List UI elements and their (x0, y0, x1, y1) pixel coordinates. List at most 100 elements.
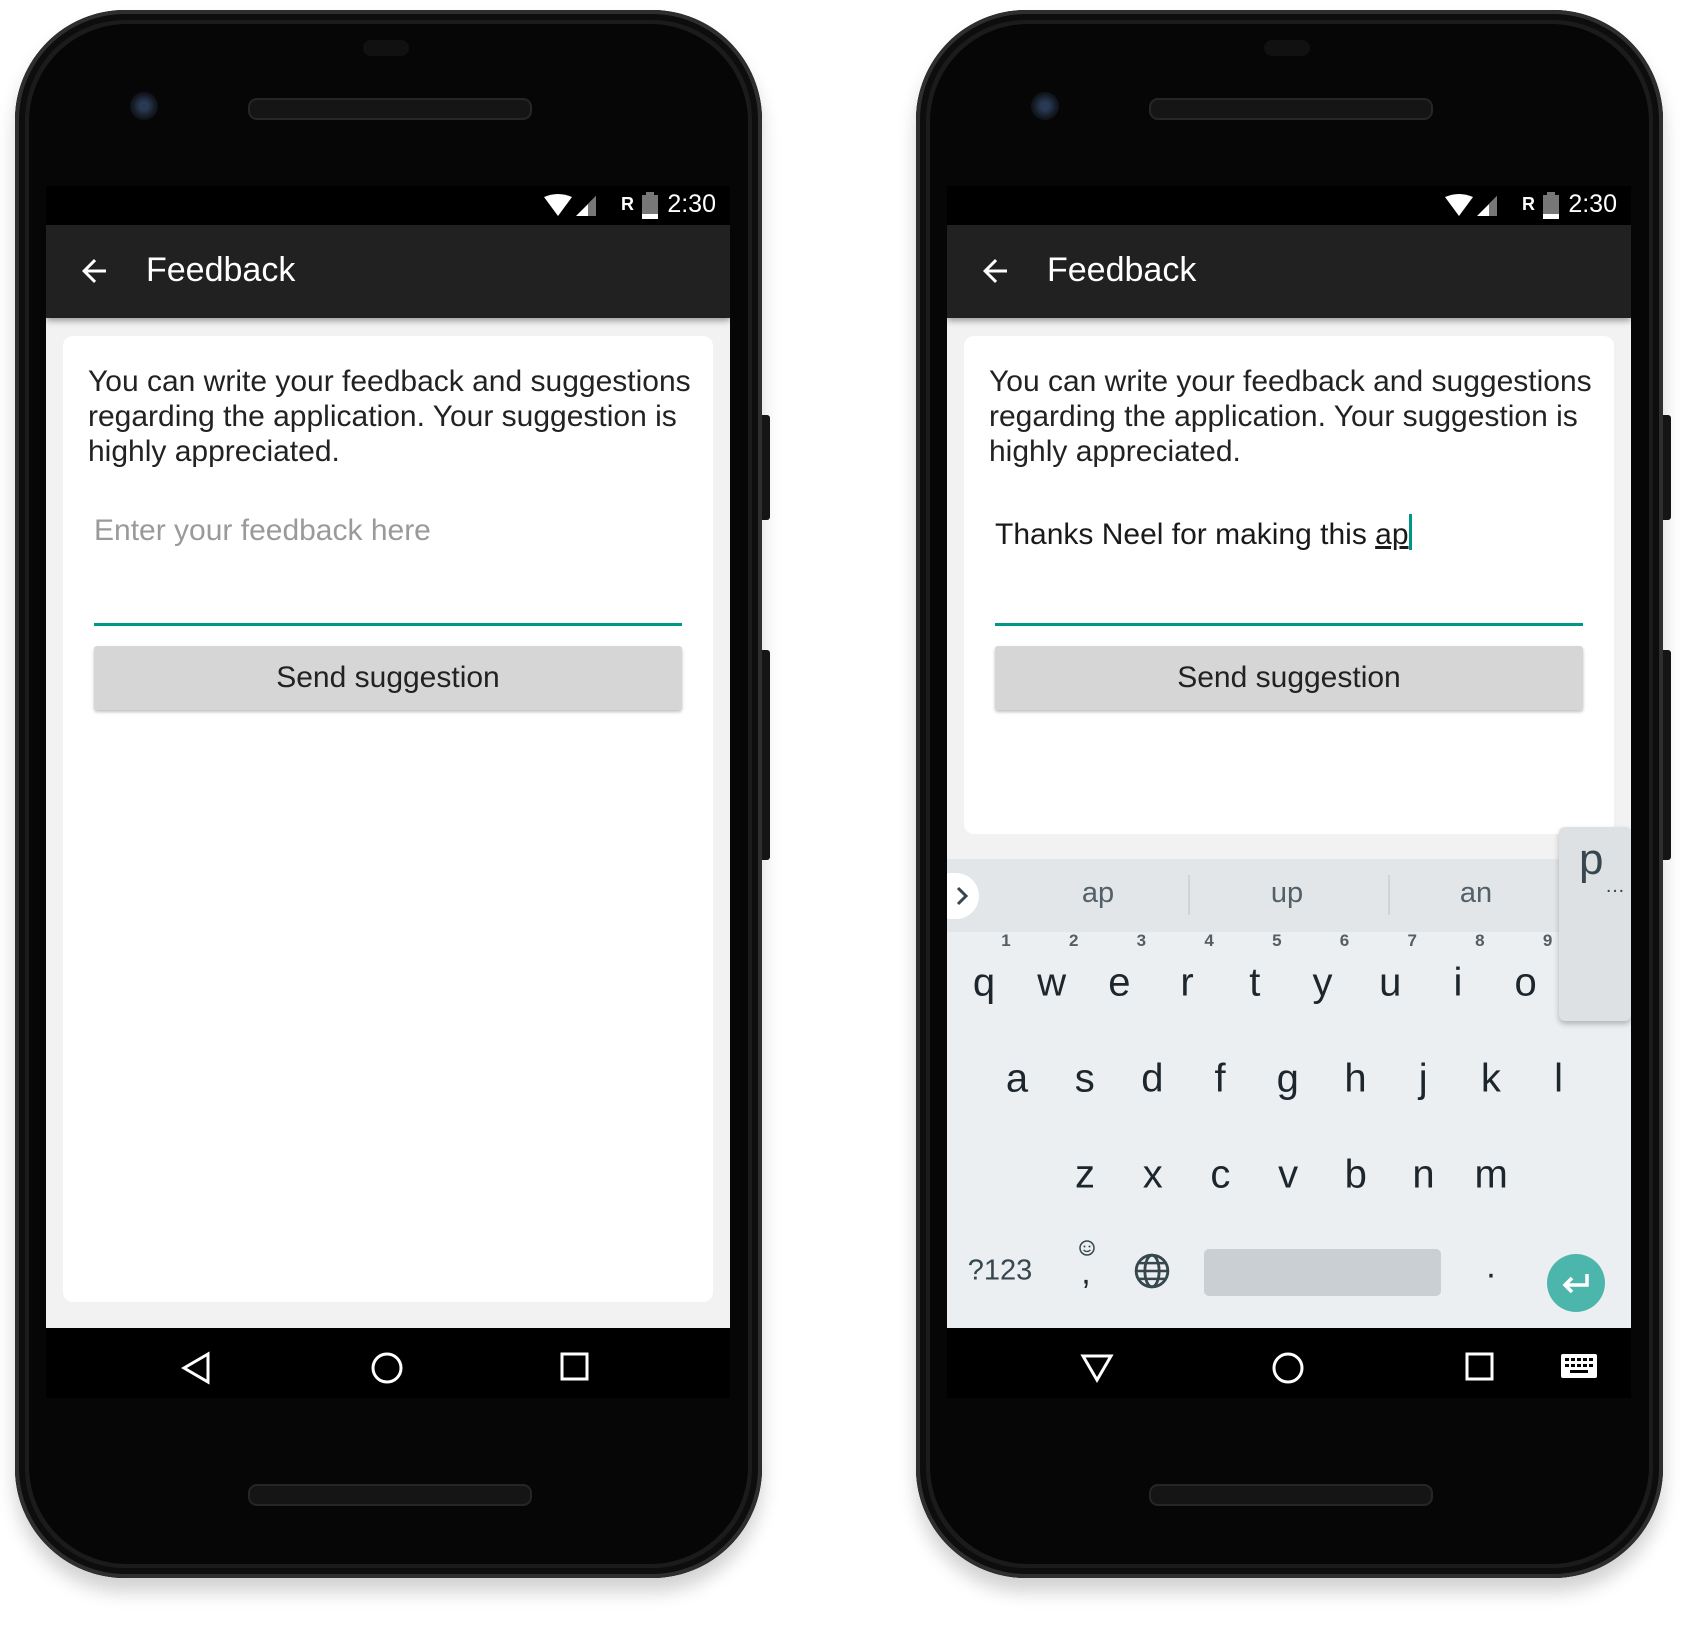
input-underline (94, 623, 682, 626)
app-bar: Feedback (46, 225, 730, 318)
suggestion-1[interactable]: ap (1082, 877, 1114, 910)
page-title: Feedback (1047, 251, 1197, 289)
power-button (762, 415, 770, 520)
popup-more: … (1605, 875, 1625, 897)
key-popup: p … (1559, 827, 1631, 1021)
feedback-input[interactable]: Enter your feedback here (94, 514, 682, 548)
key-w[interactable]: w (1037, 961, 1066, 1006)
key-hint-5: 5 (1272, 931, 1282, 950)
volume-button (1663, 650, 1671, 860)
hide-keyboard-icon[interactable] (1079, 1350, 1115, 1386)
key-l[interactable]: l (1554, 1057, 1563, 1102)
key-z[interactable]: z (1075, 1153, 1095, 1198)
earpiece-speaker (248, 98, 532, 120)
feedback-text: Thanks Neel for making this (995, 518, 1376, 551)
enter-key[interactable] (1547, 1254, 1605, 1312)
volume-button (762, 650, 770, 860)
status-bar: R 2:30 (947, 186, 1631, 225)
key-hint-9: 9 (1542, 931, 1553, 950)
suggestion-2[interactable]: up (1271, 877, 1303, 910)
status-time: 2:30 (1568, 190, 1617, 218)
symbols-key[interactable]: ?123 (968, 1255, 1033, 1288)
bottom-speaker (248, 1484, 532, 1506)
key-hint-3: 3 (1136, 931, 1147, 950)
key-y[interactable]: y (1313, 961, 1333, 1006)
feedback-description: You can write your feedback and suggesti… (989, 365, 1592, 468)
key-t[interactable]: t (1249, 961, 1260, 1006)
key-b[interactable]: b (1345, 1153, 1367, 1198)
front-camera (130, 92, 158, 120)
key-u[interactable]: u (1379, 961, 1401, 1006)
key-hint-4: 4 (1204, 931, 1214, 950)
page-title: Feedback (146, 251, 296, 289)
navigation-bar (46, 1328, 730, 1398)
home-icon[interactable] (369, 1350, 405, 1386)
key-hint-6: 6 (1339, 931, 1350, 950)
popup-letter: p (1579, 835, 1604, 884)
space-key[interactable] (1204, 1249, 1441, 1296)
feedback-description: You can write your feedback and suggesti… (88, 365, 691, 468)
key-hint-8: 8 (1475, 931, 1485, 950)
app-bar: Feedback (947, 225, 1631, 318)
arrow-left-icon[interactable] (76, 253, 112, 289)
key-v[interactable]: v (1278, 1153, 1298, 1198)
suggestion-strip: ap up an (947, 859, 1631, 932)
input-underline (995, 623, 1583, 626)
status-time: 2:30 (667, 190, 716, 218)
composing-text: ap (1375, 518, 1409, 551)
roaming-indicator: R (1522, 194, 1535, 214)
battery-icon (642, 192, 658, 219)
keyboard-switch-icon[interactable] (1561, 1354, 1597, 1382)
key-j[interactable]: j (1419, 1057, 1428, 1102)
feedback-card: You can write your feedback and suggesti… (63, 336, 713, 1302)
key-k[interactable]: k (1481, 1057, 1501, 1102)
key-a[interactable]: a (1006, 1057, 1028, 1102)
send-suggestion-button[interactable]: Send suggestion (995, 646, 1583, 710)
navigation-bar (947, 1328, 1631, 1398)
status-bar: R 2:30 (46, 186, 730, 225)
text-cursor (1408, 514, 1412, 550)
key-o[interactable]: o (1514, 961, 1536, 1006)
key-c[interactable]: c (1210, 1153, 1230, 1198)
expand-toolbar-button[interactable] (947, 873, 979, 919)
comma-key[interactable]: , (1081, 1254, 1090, 1293)
screen-left: R 2:30 Feedback You can write your feedb… (46, 186, 730, 1398)
suggestion-3[interactable]: an (1460, 877, 1492, 910)
key-r[interactable]: r (1180, 961, 1193, 1006)
key-s[interactable]: s (1075, 1057, 1095, 1102)
back-icon[interactable] (178, 1350, 214, 1386)
power-button (1663, 415, 1671, 520)
arrow-left-icon[interactable] (977, 253, 1013, 289)
phone-frame-left: R 2:30 Feedback You can write your feedb… (15, 10, 770, 1578)
feedback-input[interactable]: Thanks Neel for making this ap (995, 514, 1583, 552)
key-h[interactable]: h (1344, 1057, 1366, 1102)
key-d[interactable]: d (1141, 1057, 1163, 1102)
recents-icon[interactable] (558, 1350, 592, 1384)
earpiece-speaker (1149, 98, 1433, 120)
soft-keyboard: ap up an ?123 , . q1 w2 e3 r4 t5 y6 u7 i8 o9 a s d f… (947, 859, 1631, 1369)
roaming-indicator: R (621, 194, 634, 214)
key-m[interactable]: m (1475, 1153, 1508, 1198)
key-hint-7: 7 (1407, 931, 1417, 950)
bottom-speaker (1149, 1484, 1433, 1506)
key-n[interactable]: n (1412, 1153, 1434, 1198)
battery-icon (1543, 192, 1559, 219)
key-g[interactable]: g (1277, 1057, 1299, 1102)
send-suggestion-button[interactable]: Send suggestion (94, 646, 682, 710)
period-key[interactable]: . (1486, 1248, 1495, 1287)
feedback-placeholder: Enter your feedback here (94, 514, 431, 547)
front-camera (1031, 92, 1059, 120)
wifi-signal-icon (544, 194, 596, 216)
home-icon[interactable] (1270, 1350, 1306, 1386)
key-hint-2: 2 (1068, 931, 1079, 950)
key-q[interactable]: q (973, 961, 995, 1006)
recents-icon[interactable] (1463, 1350, 1497, 1384)
key-x[interactable]: x (1143, 1153, 1163, 1198)
key-e[interactable]: e (1108, 961, 1130, 1006)
key-hint-1: 1 (1001, 931, 1011, 950)
key-f[interactable]: f (1215, 1057, 1226, 1102)
screen-right: R 2:30 Feedback You can write your feedb… (947, 186, 1631, 1398)
feedback-card: You can write your feedback and suggesti… (964, 336, 1614, 834)
key-i[interactable]: i (1453, 961, 1462, 1006)
globe-icon[interactable] (1133, 1252, 1171, 1290)
